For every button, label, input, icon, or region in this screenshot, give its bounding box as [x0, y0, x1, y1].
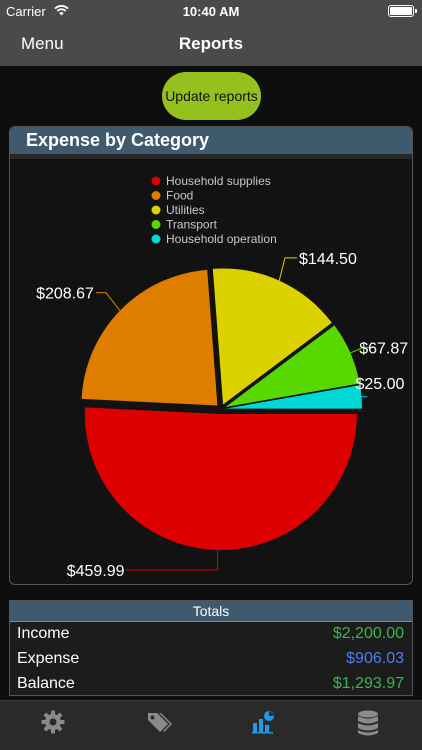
- status-bar: Carrier 10:40 AM: [0, 0, 422, 22]
- totals-header: Totals: [10, 601, 412, 622]
- database-icon: [358, 710, 378, 736]
- legend-label-household-operation: Household operation: [166, 232, 277, 246]
- tab-reports[interactable]: [210, 701, 315, 750]
- expense-label: Expense: [17, 650, 80, 667]
- expense-row: Expense $906.03: [10, 648, 412, 673]
- legend-swatch-food: [151, 191, 161, 200]
- balance-label: Balance: [17, 675, 75, 692]
- gear-icon: [41, 710, 65, 734]
- tags-icon: [148, 713, 172, 732]
- legend-label-transport: Transport: [166, 218, 218, 232]
- value-label-food: $208.67: [36, 286, 94, 303]
- legend-swatch-household-supplies: [151, 176, 161, 186]
- balance-row: Balance $1,293.97: [10, 673, 412, 698]
- tab-bar: [0, 700, 422, 750]
- reports-icon: [252, 711, 274, 734]
- income-row: Income $2,200.00: [10, 623, 412, 648]
- leader-line-utilities: [278, 257, 298, 281]
- expense-value: $906.03: [346, 650, 404, 667]
- legend-swatch-transport: [151, 220, 161, 229]
- value-label-utilities: $144.50: [299, 251, 357, 268]
- income-label: Income: [17, 625, 70, 642]
- pie-slice-household-supplies: [84, 407, 357, 550]
- status-time: 10:40 AM: [182, 4, 240, 19]
- page-title: Reports: [178, 34, 244, 53]
- legend-swatch-household-operation: [151, 234, 161, 244]
- navigation-bar: Menu Reports: [0, 22, 422, 66]
- tab-data[interactable]: [315, 701, 420, 750]
- update-reports-button[interactable]: Update reports: [162, 72, 261, 120]
- value-label-household-operation: $25.00: [355, 376, 404, 393]
- value-label-household-supplies: $459.99: [67, 563, 125, 580]
- leader-line-household-supplies: [125, 549, 219, 571]
- battery-icon: [388, 5, 417, 17]
- leader-line-food: [95, 292, 121, 311]
- balance-value: $1,293.97: [332, 675, 404, 692]
- tab-categories[interactable]: [105, 701, 210, 750]
- legend-label-household-supplies: Household supplies: [166, 174, 271, 188]
- pie-chart: Household suppliesFoodUtilitiesTransport…: [36, 174, 408, 580]
- totals-panel: Totals Income $2,200.00 Expense $906.03 …: [9, 600, 413, 696]
- value-label-transport: $67.87: [359, 340, 408, 357]
- income-value: $2,200.00: [332, 625, 404, 642]
- tab-settings[interactable]: [0, 701, 105, 750]
- legend-label-utilities: Utilities: [166, 203, 205, 217]
- expense-chart-panel: Expense by Category Household supplies Fo…: [9, 126, 413, 585]
- legend-swatch-utilities: [151, 205, 161, 215]
- totals-title: Totals: [192, 603, 230, 619]
- pie-slice-food: [81, 269, 218, 406]
- legend-label-food: Food: [166, 189, 193, 203]
